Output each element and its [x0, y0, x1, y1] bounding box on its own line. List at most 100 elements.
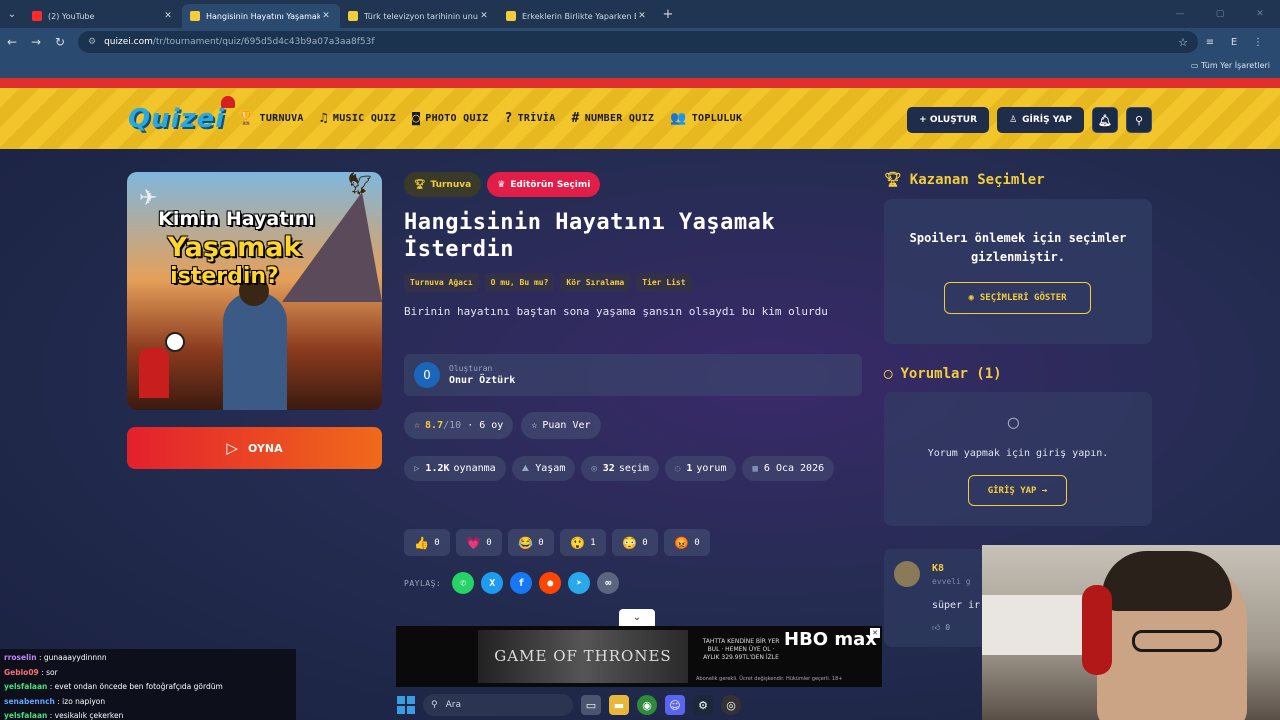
show-choices-button[interactable]: ◉ SEÇİMLERİ GÖSTER	[944, 282, 1091, 314]
stat-label: 6 Oca 2026	[763, 463, 825, 474]
url-field[interactable]: ⚙ quizei.com/tr/tournament/quiz/695d5d4c…	[78, 31, 1198, 53]
taskbar-search-label: Ara	[445, 700, 461, 710]
editors-choice-label: Editörün Seçimi	[510, 179, 591, 190]
link-icon[interactable]: ∞	[597, 572, 620, 594]
reload-button[interactable]: ↻	[48, 35, 72, 49]
windows-taskbar: ⚲ Ara ▭ ▬ ◉ ☺ ⚙ ◎	[397, 690, 827, 720]
discord-icon[interactable]: ☺	[665, 695, 685, 715]
laugh-reaction-button[interactable]: 😂 0	[508, 529, 554, 556]
browser-tab[interactable]: Türk televizyon tarihinin unutul ✕	[340, 4, 498, 28]
tab-close-icon[interactable]: ✕	[320, 11, 332, 21]
comment-login-button[interactable]: GİRİŞ YAP →	[968, 475, 1067, 506]
quiz-tag[interactable]: Tier List	[636, 273, 692, 292]
love-emoji-icon: 💗	[466, 535, 482, 550]
chrome-icon[interactable]: ◉	[637, 695, 657, 715]
minimize-button[interactable]: —	[1160, 9, 1200, 19]
quiz-tag[interactable]: Kör Sıralama	[560, 273, 631, 292]
spoiler-panel: Spoilerı önlemek için seçimler gizlenmiş…	[884, 199, 1152, 344]
browser-tab[interactable]: (2) YouTube ✕	[24, 4, 182, 28]
new-tab-button[interactable]: +	[656, 7, 680, 22]
quiz-tag[interactable]: Turnuva Ağacı	[404, 273, 479, 292]
forward-button[interactable]: →	[24, 35, 48, 49]
nav-item-label: TOPLULUK	[691, 113, 743, 124]
stat-label: seçim	[618, 463, 649, 474]
taskbar-search[interactable]: ⚲ Ara	[423, 694, 573, 716]
bookmark-star-icon[interactable]: ☆	[1178, 36, 1188, 49]
tab-close-icon[interactable]: ✕	[162, 11, 174, 21]
chat-separator: :	[38, 667, 47, 677]
eagle-icon: 🦅︎	[346, 172, 374, 197]
tab-favicon-icon	[190, 11, 200, 21]
ad-collapse-chevron-icon[interactable]: ⌄	[619, 609, 655, 626]
close-window-button[interactable]: ✕	[1240, 9, 1280, 19]
quiz-tag[interactable]: O mu, Bu mu?	[484, 273, 555, 292]
windows-start-icon[interactable]	[397, 696, 415, 714]
all-bookmarks-folder[interactable]: ▭ Tüm Yer İşaretleri	[1191, 61, 1270, 70]
tab-close-icon[interactable]: ✕	[636, 11, 648, 21]
ad-fine-print: Abonelik gerekli. Ücret değişkendir. Hük…	[696, 676, 843, 682]
nav-item-label: PHOTO QUIZ	[425, 113, 489, 124]
whatsapp-icon[interactable]: ✆	[452, 572, 475, 594]
love-reaction-button[interactable]: 💗 0	[456, 529, 502, 556]
advertisement-banner[interactable]: GAME OF THRONES TAHTTA KENDİNE BİR YER B…	[396, 626, 882, 687]
browser-tab[interactable]: Erkeklerin Birlikte Yaparken En ✕	[498, 4, 656, 28]
comment-user[interactable]: K8	[932, 563, 944, 574]
rate-button[interactable]: ☆ Puan Ver	[521, 412, 601, 439]
creator-card[interactable]: O Oluşturan Onur Öztürk	[404, 354, 862, 396]
tab-close-icon[interactable]: ✕	[478, 11, 490, 21]
menu-icon[interactable]: ⋮	[1246, 37, 1270, 48]
obs-icon[interactable]: ◎	[721, 695, 741, 715]
stat-comment: ◌ 1 yorum	[664, 456, 737, 481]
webcam-background-shelf	[982, 595, 1082, 655]
x-icon[interactable]: X	[481, 572, 504, 594]
shock-reaction-button[interactable]: 😳 0	[612, 529, 658, 556]
login-button[interactable]: ♙ GİRİŞ YAP	[997, 107, 1084, 133]
rating-max: /10	[443, 420, 462, 431]
tab-favicon-icon	[506, 11, 516, 21]
search-icon: ⚲	[431, 700, 438, 710]
tab-title: Erkeklerin Birlikte Yaparken En	[522, 11, 636, 21]
nav-item-photo-quiz[interactable]: ◙ PHOTO QUIZ	[412, 111, 488, 126]
stat-layers: ◎ 32 seçim	[581, 456, 659, 481]
site-info-icon[interactable]: ⚙	[88, 37, 96, 47]
file-explorer-icon[interactable]: ▬	[609, 695, 629, 715]
ad-close-icon[interactable]: ✕	[870, 628, 880, 638]
winners-heading: 🏆︎ Kazanan Seçimler	[884, 172, 1152, 188]
site-logo[interactable]: Quizei	[128, 96, 236, 134]
back-button[interactable]: ←	[0, 35, 24, 49]
tournament-badge[interactable]: 🏆︎ Turnuva	[404, 172, 482, 197]
nav-item-number-quiz[interactable]: # NUMBER QUIZ	[572, 111, 655, 126]
reaction-count: 0	[486, 537, 492, 548]
wow-emoji-icon: 😲	[570, 535, 586, 550]
search-icon[interactable]: ⚲	[1126, 107, 1152, 133]
browser-tab[interactable]: Hangisinin Hayatını Yaşamak İst✕	[182, 4, 340, 28]
nav-item-music-quiz[interactable]: ♫ MUSIC QUIZ	[320, 111, 396, 126]
media-icon[interactable]: ≡	[1198, 37, 1222, 48]
nav-item-tri̇vi̇a[interactable]: ? TRİVİA	[504, 111, 555, 126]
user-icon: ♙	[1009, 115, 1018, 125]
maximize-button[interactable]: ▢	[1200, 9, 1240, 19]
angry-reaction-button[interactable]: 😡 0	[664, 529, 710, 556]
nav-item-topluluk[interactable]: 👥 TOPLULUK	[670, 111, 742, 126]
comment-like-button[interactable]: 👍︎ 0	[932, 623, 950, 633]
notifications-bell-icon[interactable]: 🔔︎	[1092, 107, 1118, 133]
comment-icon: ◌	[674, 463, 681, 474]
profile-icon[interactable]: E	[1222, 37, 1246, 48]
camera-icon: ◙	[412, 111, 421, 126]
glasses	[1132, 630, 1222, 652]
tab-search-button[interactable]: ⌄	[0, 2, 24, 26]
create-button[interactable]: + OLUŞTUR	[907, 107, 990, 133]
play-button[interactable]: ▷ OYNA	[127, 427, 382, 469]
stat-label: Yaşam	[535, 463, 566, 474]
telegram-icon[interactable]: ➤	[568, 572, 591, 594]
comment-time: evveli g	[932, 577, 971, 586]
facebook-icon[interactable]: f	[510, 572, 533, 594]
steam-icon[interactable]: ⚙	[693, 695, 713, 715]
nav-item-label: MUSIC QUIZ	[332, 113, 397, 124]
task-view-icon[interactable]: ▭	[581, 695, 601, 715]
reddit-icon[interactable]: ●	[539, 572, 562, 594]
nav-item-turnuva[interactable]: 🏆 TURNUVA	[238, 111, 304, 126]
url-path: /tr/tournament/quiz/695d5d4c43b9a07a3aa8…	[152, 37, 375, 47]
like-reaction-button[interactable]: 👍 0	[404, 529, 450, 556]
wow-reaction-button[interactable]: 😲 1	[560, 529, 606, 556]
